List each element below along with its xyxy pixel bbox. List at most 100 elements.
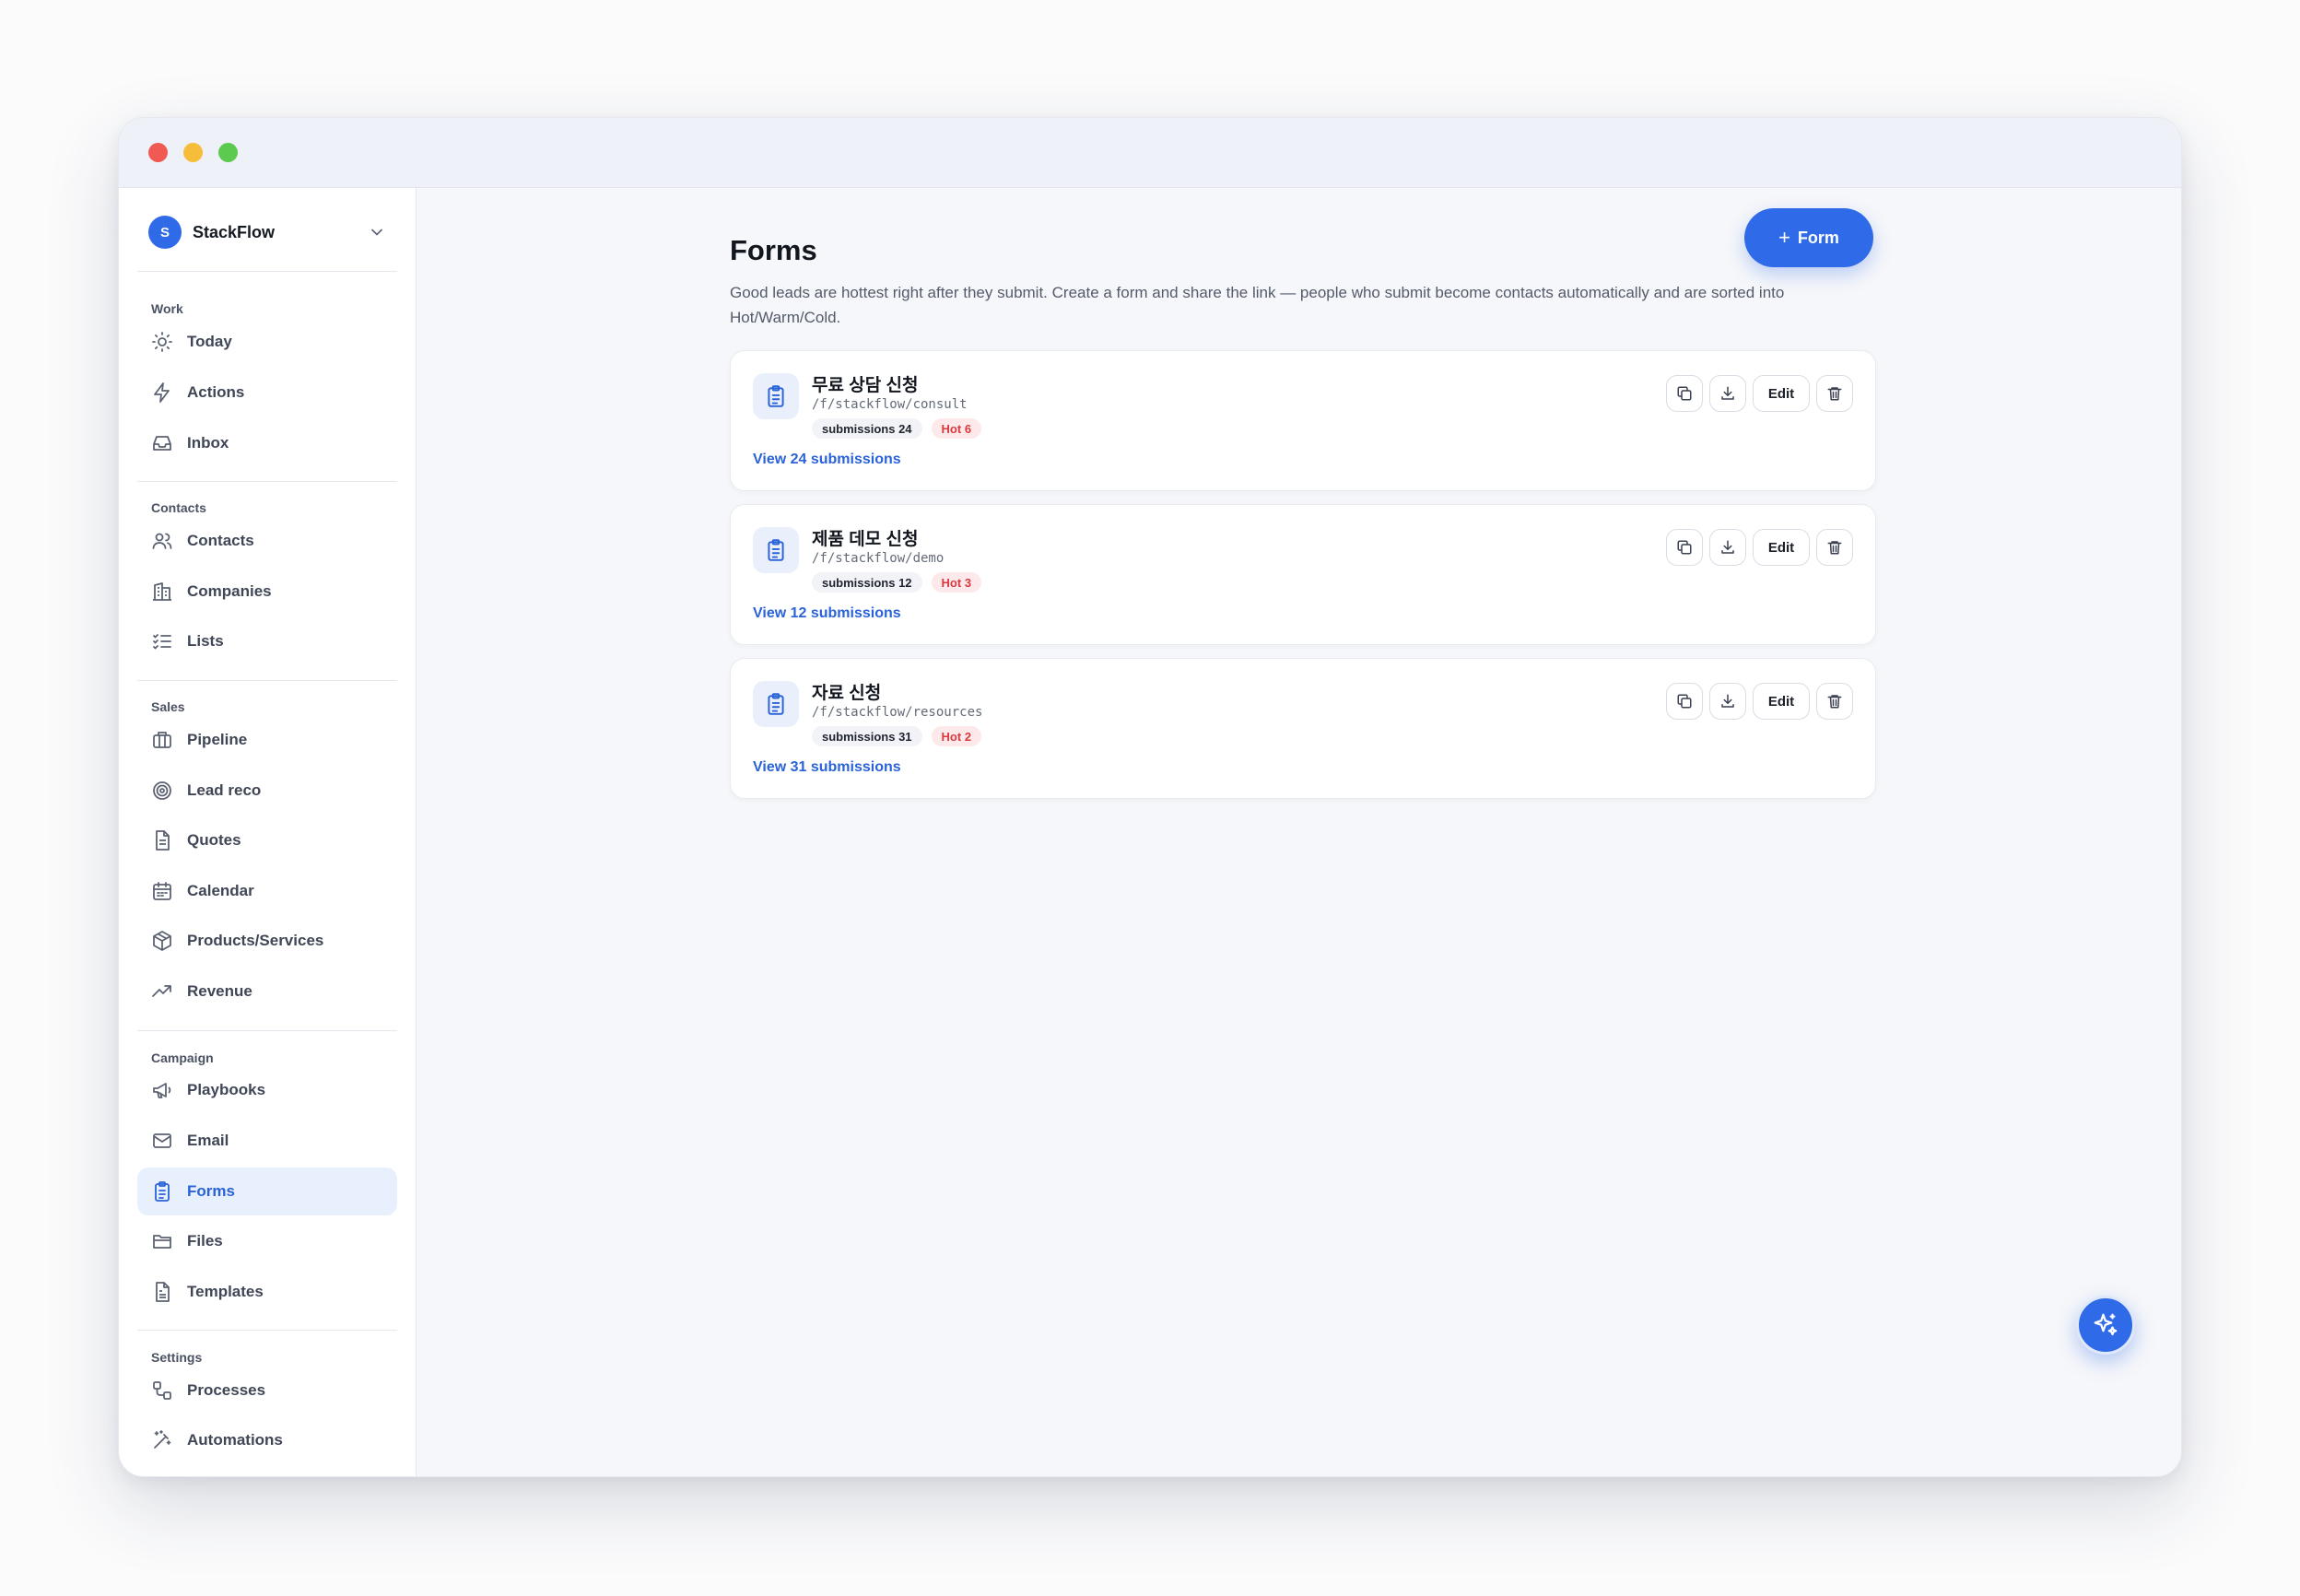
clipboard-icon <box>753 681 799 727</box>
briefcase-icon <box>151 729 173 751</box>
app-window: S StackFlow Work Today Actions Inbox Con… <box>118 117 2182 1477</box>
form-badges: submissions 31 Hot 2 <box>812 726 982 746</box>
section-label-work: Work <box>151 301 183 316</box>
form-actions: Edit <box>1666 683 1853 720</box>
calendar-icon <box>151 880 173 902</box>
copy-link-button[interactable] <box>1666 375 1703 412</box>
sidebar-item-label: Actions <box>187 383 245 401</box>
section-label-campaign: Campaign <box>151 1050 214 1065</box>
sidebar-item-lists[interactable]: Lists <box>137 617 397 665</box>
title-bar <box>119 118 2181 188</box>
ai-assistant-button[interactable] <box>2076 1296 2135 1355</box>
download-icon <box>1721 386 1734 400</box>
sidebar-item-actions[interactable]: Actions <box>137 369 397 417</box>
checklist-icon <box>151 630 173 652</box>
sidebar-item-products-services[interactable]: Products/Services <box>137 917 397 965</box>
delete-form-button[interactable] <box>1816 683 1853 720</box>
sidebar-item-label: Companies <box>187 582 272 600</box>
download-button[interactable] <box>1709 375 1746 412</box>
add-form-button[interactable]: + Form <box>1744 208 1873 267</box>
trash-icon <box>1827 387 1842 401</box>
sidebar-item-lead-reco[interactable]: Lead reco <box>137 767 397 815</box>
file-text-icon <box>151 1281 173 1303</box>
download-button[interactable] <box>1709 529 1746 566</box>
sidebar-item-quotes[interactable]: Quotes <box>137 816 397 864</box>
form-actions: Edit <box>1666 529 1853 566</box>
form-path: /f/stackflow/demo <box>812 551 945 566</box>
edit-form-button[interactable]: Edit <box>1753 375 1810 412</box>
sidebar-divider <box>137 481 397 482</box>
sidebar-item-companies[interactable]: Companies <box>137 568 397 616</box>
delete-form-button[interactable] <box>1816 375 1853 412</box>
sidebar-item-processes[interactable]: Processes <box>137 1367 397 1414</box>
copy-icon <box>1677 540 1692 555</box>
chevron-down-icon <box>371 229 382 236</box>
download-button[interactable] <box>1709 683 1746 720</box>
sidebar-item-revenue[interactable]: Revenue <box>137 968 397 1015</box>
sparkles-icon <box>2094 1313 2118 1336</box>
sidebar-item-forms[interactable]: Forms <box>137 1168 397 1215</box>
maximize-window-button[interactable] <box>218 143 238 162</box>
sidebar-item-inbox[interactable]: Inbox <box>137 419 397 467</box>
view-submissions-link[interactable]: View 12 submissions <box>753 605 901 622</box>
main-content: Forms + Form Good leads are hottest righ… <box>417 188 2181 1476</box>
copy-link-button[interactable] <box>1666 529 1703 566</box>
sidebar-item-contacts[interactable]: Contacts <box>137 517 397 565</box>
copy-link-button[interactable] <box>1666 683 1703 720</box>
view-submissions-link[interactable]: View 31 submissions <box>753 759 901 776</box>
sidebar-item-email[interactable]: Email <box>137 1117 397 1165</box>
clipboard-icon <box>753 373 799 419</box>
clipboard-icon <box>753 527 799 573</box>
section-label-settings: Settings <box>151 1350 203 1365</box>
trash-icon <box>1827 695 1842 709</box>
mail-icon <box>151 1130 173 1152</box>
trending-up-icon <box>151 980 173 1003</box>
sidebar-item-pipeline[interactable]: Pipeline <box>137 716 397 764</box>
sidebar-item-playbooks[interactable]: Playbooks <box>137 1066 397 1114</box>
form-badges: submissions 24 Hot 6 <box>812 418 982 439</box>
edit-form-button[interactable]: Edit <box>1753 683 1810 720</box>
close-window-button[interactable] <box>148 143 168 162</box>
download-icon <box>1721 694 1734 708</box>
edit-form-button[interactable]: Edit <box>1753 529 1810 566</box>
hot-badge: Hot 6 <box>931 418 982 439</box>
form-path: /f/stackflow/consult <box>812 397 968 412</box>
download-icon <box>1721 540 1734 554</box>
submissions-badge: submissions 31 <box>812 726 922 746</box>
building-icon <box>151 581 173 603</box>
minimize-window-button[interactable] <box>183 143 203 162</box>
document-icon <box>151 829 173 851</box>
section-label-sales: Sales <box>151 699 185 714</box>
lightning-icon <box>151 381 173 404</box>
sidebar-item-templates[interactable]: Templates <box>137 1268 397 1316</box>
form-title: 자료 신청 <box>812 684 882 703</box>
submissions-badge: submissions 12 <box>812 572 922 593</box>
form-card: 무료 상담 신청 /f/stackflow/consult submission… <box>730 350 1876 491</box>
form-badges: submissions 12 Hot 3 <box>812 572 982 593</box>
sidebar-item-automations[interactable]: Automations <box>137 1416 397 1464</box>
sidebar-item-label: Processes <box>187 1381 266 1399</box>
sidebar-item-label: Quotes <box>187 831 241 849</box>
view-submissions-link[interactable]: View 24 submissions <box>753 452 901 468</box>
sidebar-item-label: Inbox <box>187 434 229 452</box>
sidebar-item-calendar[interactable]: Calendar <box>137 867 397 915</box>
sidebar-item-label: Playbooks <box>187 1081 266 1098</box>
form-title: 제품 데모 신청 <box>812 530 919 549</box>
form-card: 자료 신청 /f/stackflow/resources submissions… <box>730 658 1876 799</box>
magic-wand-icon <box>151 1429 173 1451</box>
inbox-icon <box>151 432 173 454</box>
sidebar-item-today[interactable]: Today <box>137 318 397 366</box>
sidebar-item-files[interactable]: Files <box>137 1217 397 1265</box>
submissions-badge: submissions 24 <box>812 418 922 439</box>
sidebar-item-label: Lists <box>187 632 224 650</box>
sidebar-item-label: Files <box>187 1232 223 1250</box>
plus-icon: + <box>1778 226 1790 249</box>
sidebar-item-label: Today <box>187 333 232 350</box>
workspace-switcher[interactable]: S StackFlow <box>137 206 397 258</box>
hot-badge: Hot 3 <box>931 572 982 593</box>
target-icon <box>151 780 173 802</box>
form-title: 무료 상담 신청 <box>812 376 919 395</box>
delete-form-button[interactable] <box>1816 529 1853 566</box>
sidebar-divider <box>137 680 397 681</box>
sidebar-item-label: Pipeline <box>187 731 248 748</box>
